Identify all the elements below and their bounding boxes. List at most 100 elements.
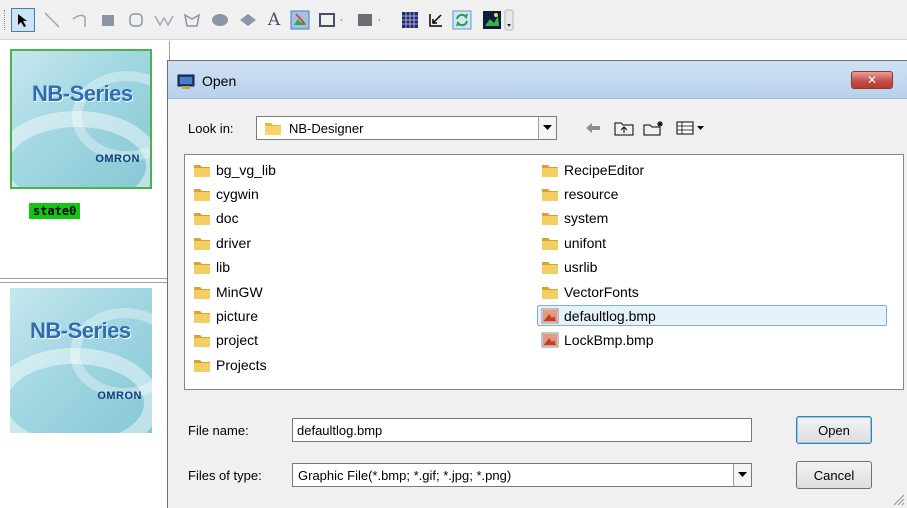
open-dialog: Open ✕ Look in: NB-Designer bg_vg_libcyg… [167, 60, 907, 508]
toolbar-grip[interactable] [4, 10, 7, 30]
text-tool-icon[interactable]: A [262, 8, 286, 32]
folder-item[interactable]: cygwin [193, 183, 259, 204]
item-label: MinGW [216, 283, 263, 300]
files-of-type-value: Graphic File(*.bmp; *.gif; *.jpg; *.png) [298, 468, 512, 483]
item-label: picture [216, 307, 259, 324]
arc-icon[interactable] [68, 8, 92, 32]
frame-color-icon[interactable] [318, 8, 342, 32]
picture-tool-icon[interactable] [288, 8, 312, 32]
folder-item[interactable]: bg_vg_lib [193, 159, 276, 180]
folder-icon [194, 213, 210, 226]
polyline-icon[interactable] [152, 8, 176, 32]
folder-item[interactable]: usrlib [541, 257, 597, 278]
folder-item[interactable]: system [541, 208, 608, 229]
state-thumbnail[interactable]: NB-Series OMRON [10, 288, 152, 433]
dialog-titlebar[interactable]: Open ✕ [168, 61, 907, 99]
folder-icon [194, 335, 210, 348]
folder-item[interactable]: picture [193, 305, 258, 326]
line-icon[interactable] [40, 8, 64, 32]
item-label: Projects [216, 356, 267, 373]
fill-color-icon[interactable] [356, 8, 380, 32]
folder-icon [542, 286, 558, 299]
rounded-rectangle-icon[interactable] [124, 8, 148, 32]
chevron-down-icon[interactable] [538, 117, 556, 139]
polygon-icon[interactable] [180, 8, 204, 32]
item-label: resource [564, 185, 619, 202]
ellipse-icon[interactable] [208, 8, 232, 32]
folder-item[interactable]: MinGW [193, 281, 263, 302]
up-folder-icon[interactable] [612, 116, 636, 140]
look-in-combo[interactable]: NB-Designer [256, 116, 557, 140]
open-dialog-icon [177, 74, 195, 89]
thumbnail-title: NB-Series [32, 81, 133, 106]
folder-icon [194, 237, 210, 250]
cancel-button[interactable]: Cancel [796, 461, 872, 489]
view-menu-icon[interactable] [674, 116, 708, 140]
diamond-icon[interactable] [236, 8, 260, 32]
folder-icon [542, 262, 558, 275]
bitmap-file-icon [541, 332, 559, 348]
folder-icon [194, 310, 210, 323]
file-name-input[interactable]: defaultlog.bmp [292, 418, 752, 442]
rectangle-icon[interactable] [96, 8, 120, 32]
folder-item[interactable]: unifont [541, 232, 606, 253]
panel-divider [0, 282, 170, 283]
toolbar-overflow-icon[interactable] [502, 8, 516, 32]
select-arrow-icon[interactable] [11, 8, 35, 32]
item-label: usrlib [564, 259, 598, 276]
state-panel: NB-Series OMRON state0 NB-Series OMRON [0, 41, 170, 508]
folder-item[interactable]: Projects [193, 354, 267, 375]
folder-item[interactable]: doc [193, 208, 239, 229]
grid-icon[interactable] [398, 8, 422, 32]
file-item[interactable]: defaultlog.bmp [537, 305, 887, 327]
look-in-value: NB-Designer [289, 121, 364, 136]
item-label: LockBmp.bmp [564, 332, 654, 349]
folder-icon [194, 359, 210, 372]
close-icon: ✕ [866, 73, 878, 87]
item-label: defaultlog.bmp [564, 307, 656, 324]
look-in-label: Look in: [188, 121, 234, 136]
item-label: driver [216, 234, 252, 251]
thumbnail-brand: OMRON [97, 390, 142, 402]
bitmap-file-icon [541, 308, 559, 324]
file-list[interactable]: bg_vg_libcygwin doc driver lib MinGW picture p… [184, 154, 904, 390]
folder-icon [542, 237, 558, 250]
file-item[interactable]: LockBmp.bmp [541, 330, 653, 351]
image-icon[interactable] [480, 8, 504, 32]
folder-icon [542, 188, 558, 201]
thumbnail-brand: OMRON [95, 153, 140, 165]
folder-item[interactable]: resource [541, 183, 618, 204]
close-button[interactable]: ✕ [851, 71, 893, 89]
folder-item[interactable]: lib [193, 257, 230, 278]
folder-item[interactable]: project [193, 330, 258, 351]
dialog-title: Open [202, 73, 237, 89]
refresh-icon[interactable] [450, 8, 474, 32]
files-of-type-select[interactable]: Graphic File(*.bmp; *.gif; *.jpg; *.png) [292, 463, 752, 487]
back-icon[interactable] [582, 116, 604, 140]
folder-icon [194, 262, 210, 275]
folder-icon [542, 213, 558, 226]
file-name-label: File name: [188, 423, 249, 438]
resize-grip-icon[interactable] [891, 492, 905, 506]
item-label: doc [216, 210, 239, 227]
text-tool-glyph: A [267, 10, 281, 30]
folder-icon [265, 123, 281, 135]
new-folder-icon[interactable] [642, 116, 666, 140]
folder-item[interactable]: RecipeEditor [541, 159, 644, 180]
item-label: project [216, 332, 259, 349]
item-label: VectorFonts [564, 283, 639, 300]
align-icon[interactable] [424, 8, 448, 32]
folder-item[interactable]: VectorFonts [541, 281, 639, 302]
open-button[interactable]: Open [796, 416, 872, 444]
folder-item[interactable]: driver [193, 232, 251, 253]
state-thumbnail[interactable]: NB-Series OMRON [10, 49, 152, 189]
chevron-down-icon[interactable] [733, 464, 751, 486]
item-label: unifont [564, 234, 607, 251]
item-label: lib [216, 259, 231, 276]
panel-divider [0, 278, 170, 279]
files-of-type-label: Files of type: [188, 468, 262, 483]
thumbnail-title: NB-Series [30, 318, 131, 343]
folder-icon [194, 188, 210, 201]
state-label: state0 [29, 203, 81, 219]
item-label: cygwin [216, 185, 259, 202]
